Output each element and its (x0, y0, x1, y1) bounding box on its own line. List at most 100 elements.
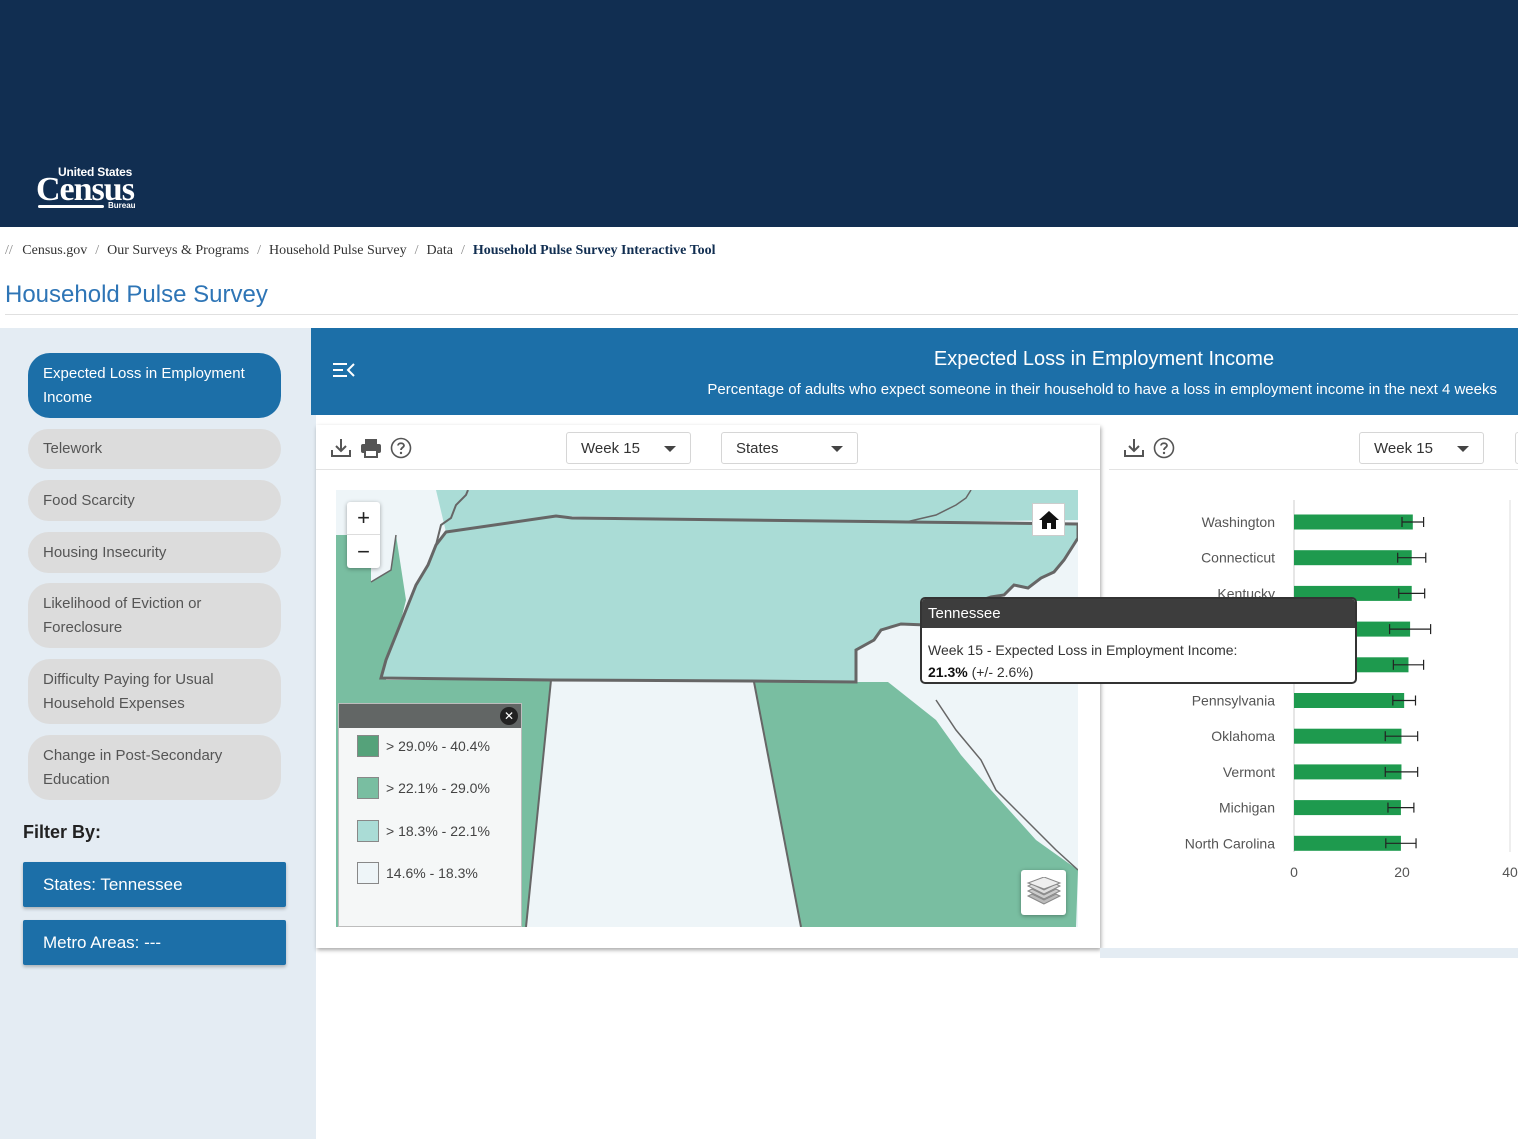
sidebar: Expected Loss in Employment Income Telew… (0, 328, 316, 1139)
divider (5, 314, 1518, 315)
tooltip-title: Tennessee (922, 599, 1355, 628)
map-geo-select-value: States (736, 439, 779, 457)
category-label: North Carolina (1185, 835, 1275, 851)
chevron-down-icon (831, 446, 843, 452)
map-geo-select[interactable]: States (721, 432, 858, 464)
help-icon[interactable] (390, 437, 412, 459)
legend-item: > 18.3% - 22.1% (357, 820, 490, 842)
layers-icon (1026, 876, 1061, 905)
category-label: Washington (1202, 514, 1275, 530)
breadcrumb-separator: / (95, 243, 100, 258)
tooltip-line: Week 15 - Expected Loss in Employment In… (928, 642, 1238, 658)
breadcrumb-census-gov[interactable]: Census.gov (22, 243, 87, 258)
bar (1294, 550, 1412, 566)
legend-swatch (357, 820, 379, 842)
download-icon[interactable] (1123, 437, 1145, 459)
breadcrumb-lead: // (5, 243, 13, 258)
tooltip-moe: (+/- 2.6%) (971, 664, 1034, 680)
logo-underline (38, 205, 104, 208)
bar (1294, 514, 1413, 530)
topic-telework[interactable]: Telework (28, 429, 281, 469)
topic-label: Food Scarcity (43, 491, 135, 509)
map-toolbar: Week 15 States (316, 425, 1100, 470)
breadcrumb-surveys-programs[interactable]: Our Surveys & Programs (107, 243, 249, 258)
topic-label: Difficulty Paying for Usual Household Ex… (43, 670, 214, 712)
topic-eviction-foreclosure[interactable]: Likelihood of Eviction or Foreclosure (28, 583, 281, 648)
page-title: Household Pulse Survey (5, 281, 268, 308)
x-tick-label: 40 (1502, 864, 1518, 880)
legend-label: > 22.1% - 29.0% (386, 780, 490, 796)
bar-chart-panel: Week 15 Washington Connecticut Kentucky Pen… (1109, 425, 1518, 948)
map-panel: Week 15 States + − ✕ > 29.0% - 40.4% > 2… (316, 425, 1100, 948)
legend-label: > 18.3% - 22.1% (386, 823, 490, 839)
home-button[interactable] (1032, 503, 1065, 536)
legend-close-button[interactable]: ✕ (500, 707, 518, 725)
legend-swatch (357, 735, 379, 757)
topic-housing-insecurity[interactable]: Housing Insecurity (28, 532, 281, 573)
site-header: United States Census Bureau (0, 0, 1518, 227)
banner-subtitle: Percentage of adults who expect someone … (707, 381, 1497, 398)
legend-label: > 29.0% - 40.4% (386, 738, 490, 754)
chevron-down-icon (664, 446, 676, 452)
topic-label: Likelihood of Eviction or Foreclosure (43, 594, 202, 636)
breadcrumb-separator: / (257, 243, 261, 258)
bar-toolbar: Week 15 (1109, 425, 1518, 470)
map-legend: ✕ > 29.0% - 40.4% > 22.1% - 29.0% > 18.3… (338, 703, 522, 927)
map-tooltip: Tennessee Week 15 - Expected Loss in Emp… (920, 597, 1357, 684)
topic-label: Housing Insecurity (43, 543, 167, 561)
breadcrumb: // Census.gov / Our Surveys & Programs / Hou… (5, 243, 716, 259)
layers-button[interactable] (1021, 870, 1066, 915)
tooltip-body: Week 15 - Expected Loss in Employment In… (922, 628, 1355, 682)
x-tick-label: 0 (1290, 864, 1298, 880)
filter-metro-button[interactable]: Metro Areas: --- (23, 920, 286, 965)
bar-chart: WashingtonConnecticutKentuckyPennsylvani… (1185, 500, 1518, 880)
logo-line3: Bureau (108, 201, 136, 210)
filter-title: Filter By: (23, 822, 102, 842)
map-week-select-value: Week 15 (581, 439, 640, 457)
print-icon[interactable] (360, 437, 382, 459)
topic-food-scarcity[interactable]: Food Scarcity (28, 480, 281, 521)
topic-banner: Expected Loss in Employment Income Perce… (311, 328, 1518, 415)
tooltip-value: 21.3% (928, 664, 968, 680)
panel-footer-strip (1100, 948, 1518, 958)
map-week-select[interactable]: Week 15 (566, 432, 691, 464)
legend-item: > 29.0% - 40.4% (357, 735, 490, 757)
filter-states-button[interactable]: States: Tennessee (23, 862, 286, 907)
breadcrumb-household-pulse[interactable]: Household Pulse Survey (269, 243, 407, 258)
legend-header: ✕ (339, 704, 521, 728)
topic-label: Telework (43, 440, 103, 457)
banner-title: Expected Loss in Employment Income (933, 348, 1275, 370)
legend-item: > 22.1% - 29.0% (357, 777, 490, 799)
tooltip-value-line: 21.3% (+/- 2.6%) (928, 661, 1349, 682)
category-label: Pennsylvania (1192, 693, 1275, 709)
zoom-control: + − (347, 502, 380, 568)
category-label: Vermont (1223, 764, 1275, 780)
home-icon (1038, 510, 1059, 529)
topic-expected-loss-employment-income[interactable]: Expected Loss in Employment Income (28, 353, 281, 418)
help-icon[interactable] (1153, 437, 1175, 459)
legend-swatch (357, 862, 379, 884)
category-label: Michigan (1219, 800, 1275, 816)
category-label: Connecticut (1201, 550, 1275, 566)
legend-swatch (357, 777, 379, 799)
chevron-down-icon (1457, 446, 1469, 452)
x-tick-label: 20 (1394, 864, 1410, 880)
breadcrumb-data[interactable]: Data (427, 243, 453, 258)
bar-week-select[interactable]: Week 15 (1359, 432, 1484, 464)
zoom-in-button[interactable]: + (347, 502, 380, 535)
breadcrumb-current: Household Pulse Survey Interactive Tool (472, 243, 716, 258)
legend-item: 14.6% - 18.3% (357, 862, 478, 884)
legend-label: 14.6% - 18.3% (386, 865, 478, 881)
bar (1294, 693, 1405, 708)
download-icon[interactable] (330, 437, 352, 459)
choropleth-map[interactable]: + − ✕ > 29.0% - 40.4% > 22.1% - 29.0% > … (336, 490, 1078, 927)
topic-label: Change in Post-Secondary Education (43, 746, 223, 788)
zoom-out-button[interactable]: − (347, 535, 380, 568)
topic-post-secondary-education[interactable]: Change in Post-Secondary Education (28, 735, 281, 800)
breadcrumb-separator: / (414, 243, 419, 258)
category-label: Oklahoma (1211, 728, 1275, 744)
topic-difficulty-paying-expenses[interactable]: Difficulty Paying for Usual Household Ex… (28, 659, 281, 724)
bar-week-select-value: Week 15 (1374, 439, 1433, 457)
breadcrumb-separator: / (460, 243, 465, 258)
bar (1294, 835, 1401, 851)
